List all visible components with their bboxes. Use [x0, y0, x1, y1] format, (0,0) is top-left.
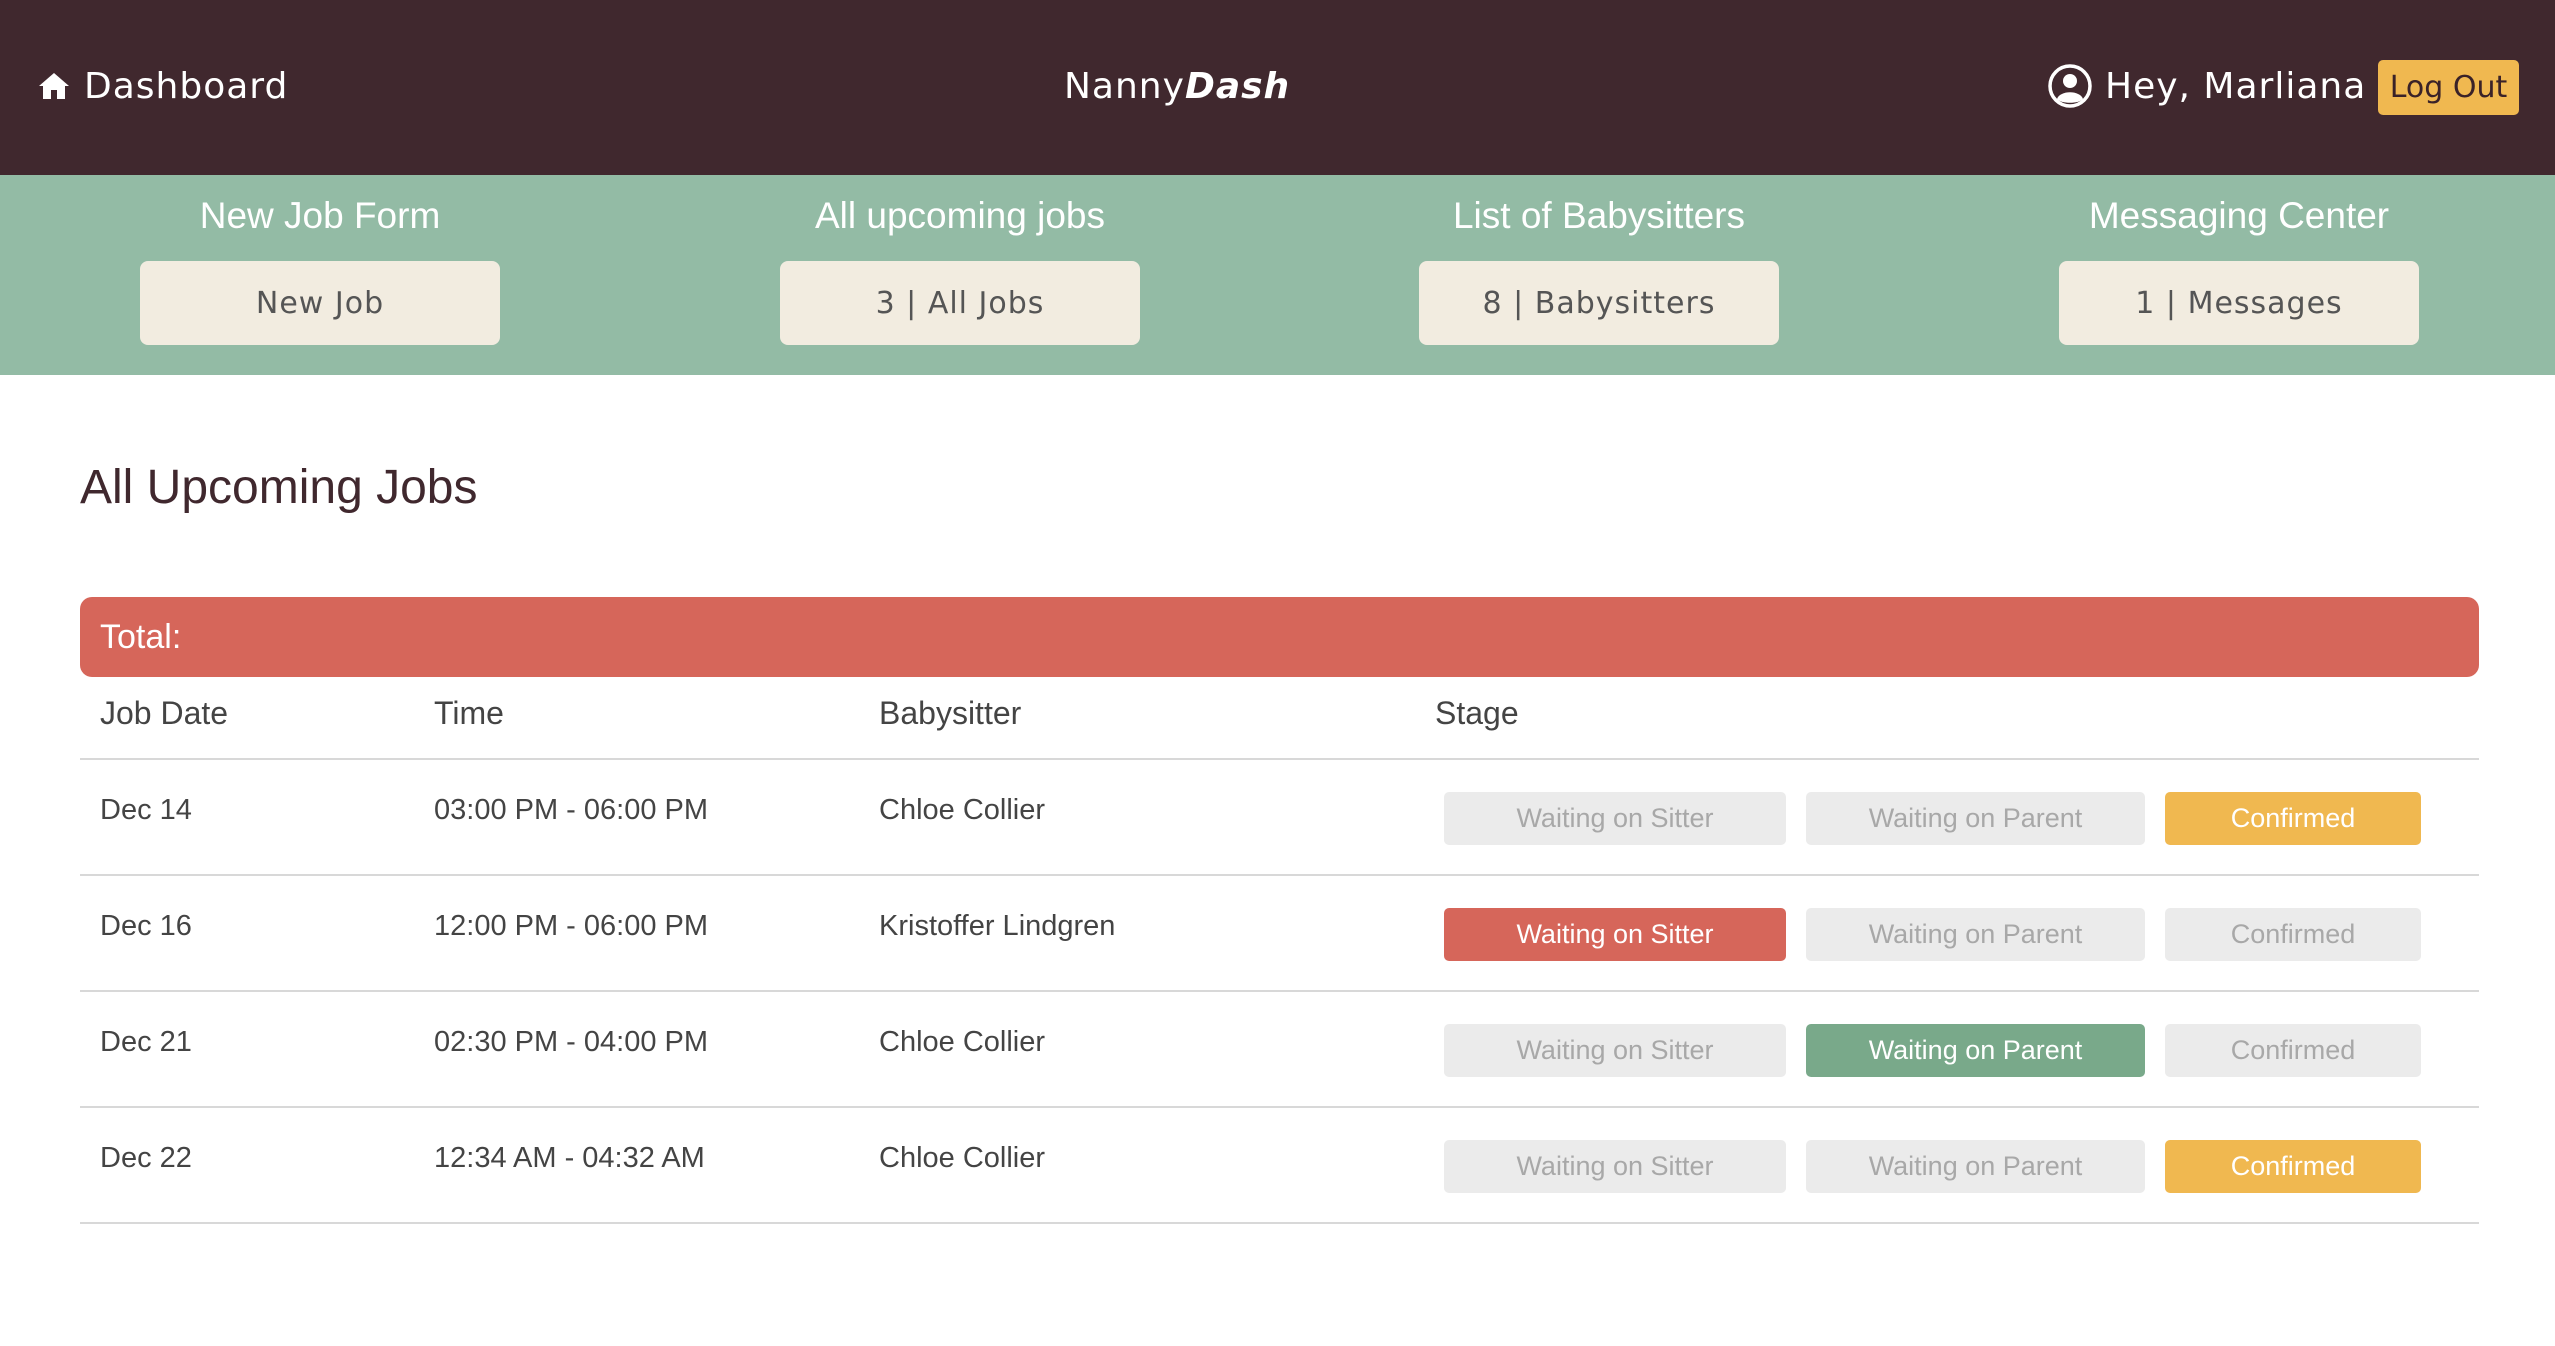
job-date: Dec 16 [100, 910, 192, 942]
column-header-job-date: Job Date [100, 695, 229, 731]
stage-confirmed[interactable]: Confirmed [2165, 1024, 2421, 1077]
app-title-plain: Nanny [1064, 65, 1185, 107]
job-time: 03:00 PM - 06:00 PM [434, 794, 709, 826]
stage-waiting-on-parent[interactable]: Waiting on Parent [1806, 792, 2145, 845]
logout-button[interactable]: Log Out [2378, 60, 2519, 115]
quick-links-strip: New Job Form New Job All upcoming jobs 3… [0, 175, 2555, 375]
quick-link-heading: New Job Form [199, 195, 441, 236]
stage-confirmed[interactable]: Confirmed [2165, 908, 2421, 961]
job-time: 12:34 AM - 04:32 AM [434, 1142, 705, 1174]
stage-waiting-on-sitter[interactable]: Waiting on Sitter [1444, 792, 1786, 845]
user-circle-icon [2048, 64, 2092, 108]
table-row: Dec 22 12:34 AM - 04:32 AM Chloe Collier… [80, 1108, 2479, 1224]
stage-waiting-on-sitter[interactable]: Waiting on Sitter [1444, 1140, 1786, 1193]
greeting-text: Hey, Marliana [2105, 65, 2367, 107]
job-date: Dec 21 [100, 1026, 192, 1058]
job-time: 12:00 PM - 06:00 PM [434, 910, 709, 942]
table-row: Dec 16 12:00 PM - 06:00 PM Kristoffer Li… [80, 876, 2479, 992]
page-title: All Upcoming Jobs [80, 461, 478, 514]
quick-link-heading: Messaging Center [2088, 195, 2390, 236]
job-babysitter: Chloe Collier [879, 794, 1046, 826]
job-time: 02:30 PM - 04:00 PM [434, 1026, 709, 1058]
app-title: Nanny Dash [1064, 58, 1290, 114]
job-babysitter: Chloe Collier [879, 1026, 1046, 1058]
dashboard-label: Dashboard [84, 65, 289, 107]
total-bar: Total: [80, 597, 2479, 677]
column-header-time: Time [434, 695, 504, 731]
home-icon [39, 73, 69, 99]
table-header: Job Date Time Babysitter Stage [80, 677, 2479, 760]
stage-waiting-on-parent[interactable]: Waiting on Parent [1806, 1024, 2145, 1077]
job-date: Dec 22 [100, 1142, 192, 1174]
stage-waiting-on-sitter[interactable]: Waiting on Sitter [1444, 908, 1786, 961]
table-row: Dec 14 03:00 PM - 06:00 PM Chloe Collier… [80, 760, 2479, 876]
dashboard-link[interactable]: Dashboard [38, 58, 288, 114]
jobs-table: Job Date Time Babysitter Stage Dec 14 03… [80, 677, 2479, 1224]
top-navbar: Dashboard Nanny Dash Hey, Marliana Log Ou… [0, 0, 2555, 175]
quick-link-heading: List of Babysitters [1452, 195, 1745, 236]
job-date: Dec 14 [100, 794, 192, 826]
messages-button[interactable]: 1 | Messages [2059, 261, 2419, 345]
column-header-babysitter: Babysitter [879, 695, 1022, 731]
total-label: Total: [100, 617, 182, 656]
stage-confirmed[interactable]: Confirmed [2165, 792, 2421, 845]
table-row: Dec 21 02:30 PM - 04:00 PM Chloe Collier… [80, 992, 2479, 1108]
column-header-stage: Stage [1435, 695, 1519, 731]
new-job-button[interactable]: New Job [140, 261, 500, 345]
stage-confirmed[interactable]: Confirmed [2165, 1140, 2421, 1193]
babysitters-button[interactable]: 8 | Babysitters [1419, 261, 1779, 345]
user-greeting: Hey, Marliana [2047, 58, 2366, 114]
job-babysitter: Kristoffer Lindgren [879, 910, 1116, 942]
stage-waiting-on-parent[interactable]: Waiting on Parent [1806, 1140, 2145, 1193]
job-babysitter: Chloe Collier [879, 1142, 1046, 1174]
all-jobs-button[interactable]: 3 | All Jobs [780, 261, 1140, 345]
stage-waiting-on-sitter[interactable]: Waiting on Sitter [1444, 1024, 1786, 1077]
app-title-italic: Dash [1184, 65, 1291, 107]
stage-waiting-on-parent[interactable]: Waiting on Parent [1806, 908, 2145, 961]
quick-link-heading: All upcoming jobs [815, 195, 1105, 236]
